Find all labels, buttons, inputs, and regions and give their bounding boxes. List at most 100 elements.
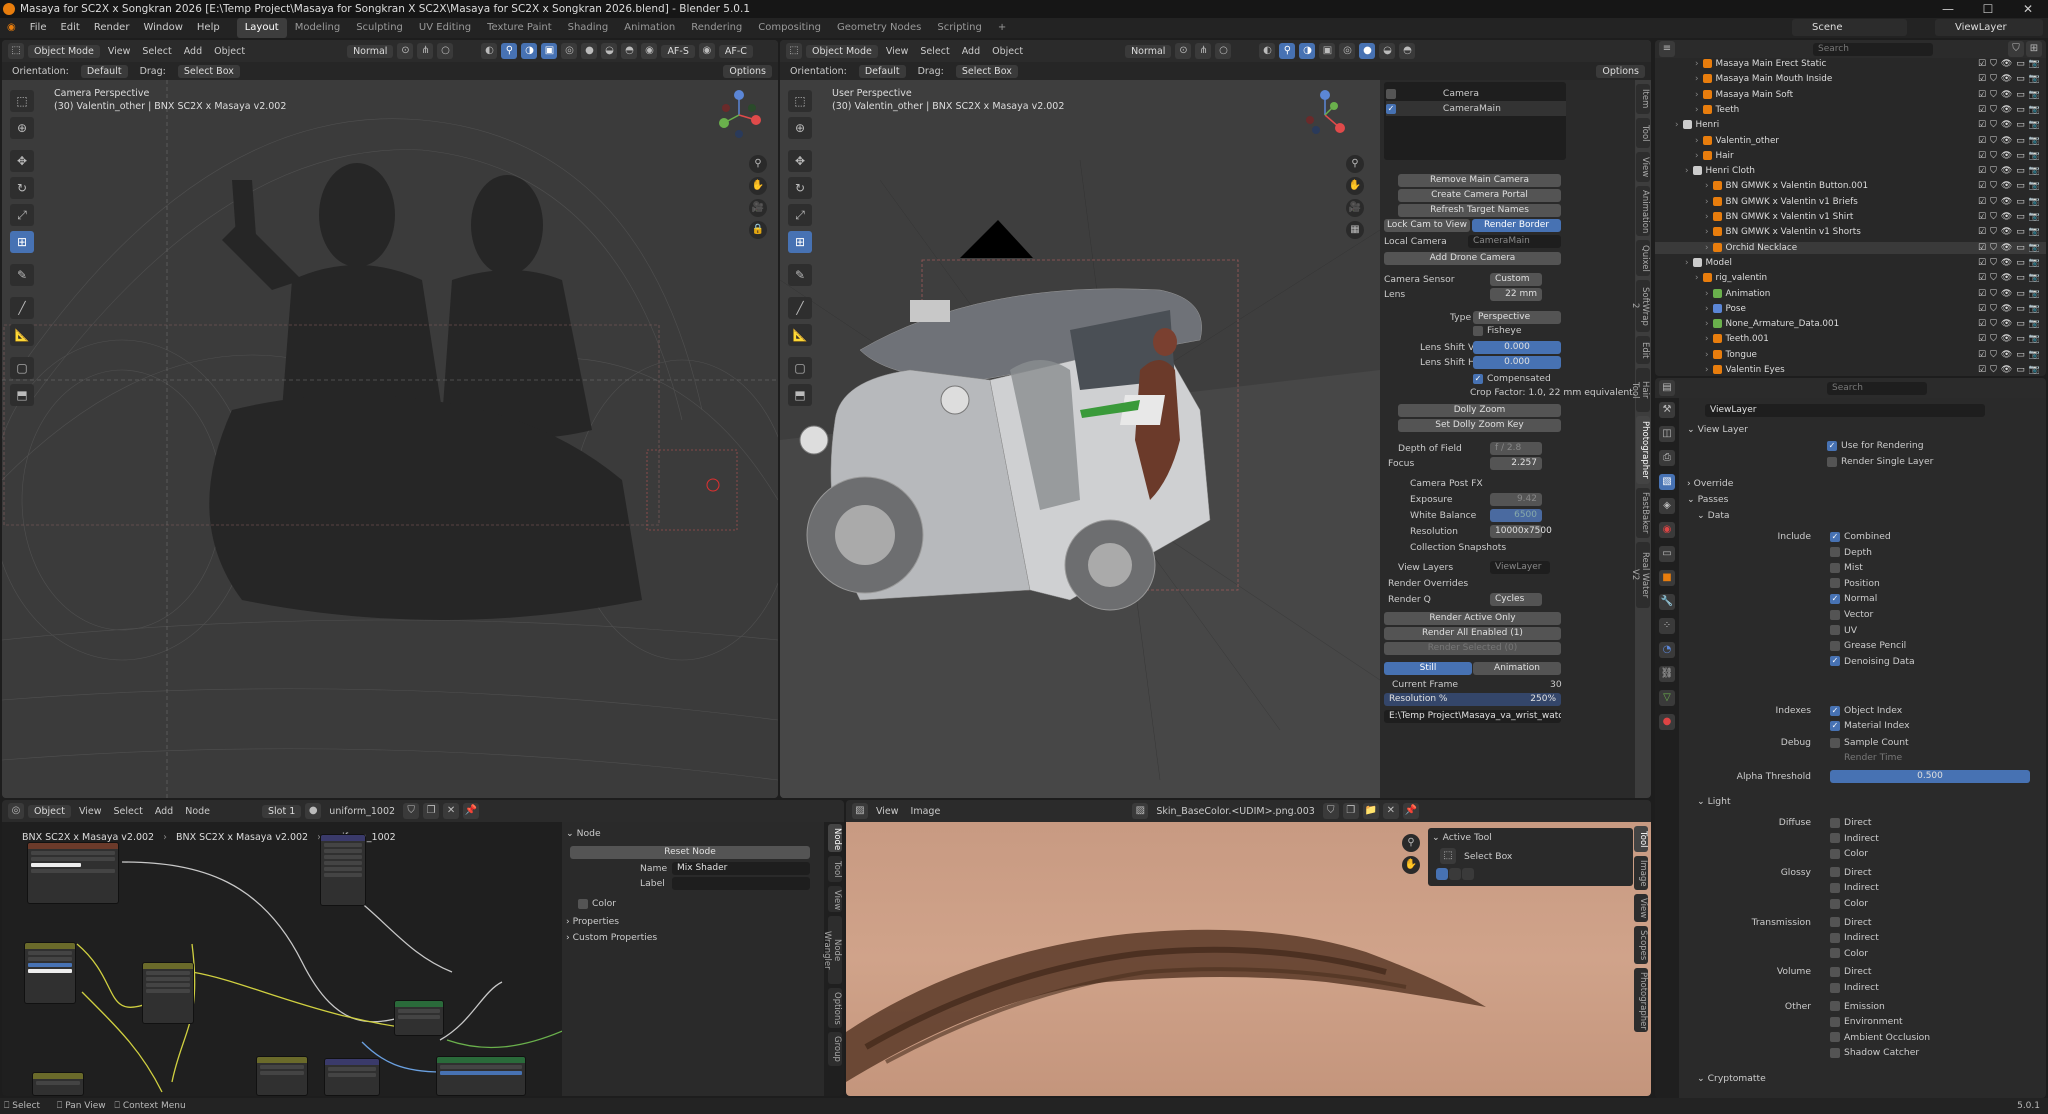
snap-icon[interactable]: ⋔ (417, 43, 434, 59)
expand-arrow-icon[interactable]: › (1685, 166, 1689, 176)
camera-enable-checkbox[interactable]: ✓ (1386, 103, 1396, 114)
outliner-search[interactable]: Search (1813, 43, 1933, 56)
expand-arrow-icon[interactable]: › (1705, 181, 1709, 191)
camera-render-icon[interactable]: 📷 (2029, 364, 2040, 376)
camera-sensor-dropdown[interactable]: Custom (1490, 273, 1542, 286)
outliner-item[interactable]: › BN GMWK x Valentin v1 Shirt ☑ ⛉ 👁 ▭ 📷 (1655, 211, 2046, 223)
alpha-threshold-slider[interactable]: 0.500 (1830, 770, 2030, 783)
menu-view[interactable]: View (104, 46, 135, 57)
monitor-icon[interactable]: ▭ (2016, 89, 2025, 101)
eye-icon[interactable]: 👁 (2001, 364, 2012, 376)
outliner-editor-icon[interactable]: ≡ (1659, 41, 1675, 57)
expand-arrow-icon[interactable]: › (1695, 74, 1699, 84)
tab-sculpting[interactable]: Sculpting (348, 18, 411, 38)
camera-render-icon[interactable]: 📷 (2029, 318, 2040, 330)
select-mode-subtract-icon[interactable] (1462, 868, 1474, 880)
filter-icon[interactable]: ⛉ (1990, 104, 1997, 116)
new-collection-icon[interactable]: ⊞ (2026, 41, 2042, 57)
pan-hand-icon[interactable]: ✋ (1346, 177, 1364, 195)
image-name[interactable]: Skin_BaseColor.<UDIM>.png.003 (1152, 806, 1318, 817)
refresh-target-names-button[interactable]: Refresh Target Names (1398, 204, 1561, 217)
tab-animation[interactable]: Animation (1636, 186, 1650, 236)
exclude-checkbox-icon[interactable]: ☑ (1978, 318, 1986, 330)
light-pass-checkbox[interactable]: Color (1830, 946, 2046, 961)
eye-icon[interactable]: 👁 (2001, 211, 2012, 223)
exclude-checkbox-icon[interactable]: ☑ (1978, 165, 1986, 177)
modifier-tab-icon[interactable]: 🔧 (1659, 594, 1675, 610)
orientation-dropdown[interactable]: Default (80, 64, 128, 78)
exclude-checkbox-icon[interactable]: ☑ (1978, 257, 1986, 269)
menu-window[interactable]: Window (136, 18, 189, 38)
reset-node-button[interactable]: Reset Node (570, 846, 810, 859)
tab-view[interactable]: View (828, 886, 842, 912)
eye-icon[interactable]: 👁 (2001, 318, 2012, 330)
set-dolly-zoom-key-button[interactable]: Set Dolly Zoom Key (1398, 419, 1561, 432)
monitor-icon[interactable]: ▭ (2016, 333, 2025, 345)
move-icon[interactable]: ✥ (788, 150, 812, 172)
annotate-icon[interactable]: ✎ (10, 264, 34, 286)
eye-icon[interactable]: 👁 (2001, 288, 2012, 300)
filter-icon[interactable]: ⛉ (1990, 180, 1997, 192)
monitor-icon[interactable]: ▭ (2016, 73, 2025, 85)
monitor-icon[interactable]: ▭ (2016, 196, 2025, 208)
shading-render-icon[interactable]: ◓ (621, 43, 638, 59)
outliner-item[interactable]: › Valentin_other ☑ ⛉ 👁 ▭ 📷 (1655, 135, 2046, 147)
menu-help[interactable]: Help (190, 18, 227, 38)
camera-render-icon[interactable]: 📷 (2029, 119, 2040, 131)
eye-icon[interactable]: 👁 (2001, 226, 2012, 238)
monitor-icon[interactable]: ▭ (2016, 364, 2025, 376)
light-pass-checkbox[interactable]: Color (1830, 846, 2046, 861)
light-pass-checkbox[interactable]: Direct (1830, 815, 2046, 830)
filter-icon[interactable]: ⛉ (1990, 257, 1997, 269)
outliner-item[interactable]: › Henri ☑ ⛉ 👁 ▭ 📷 (1655, 119, 2046, 131)
view-layer-tab-icon[interactable]: ▧ (1659, 474, 1675, 490)
include-pass-checkbox[interactable]: Mist (1830, 560, 2030, 575)
render-tab-icon[interactable]: ◫ (1659, 426, 1675, 442)
pin-icon[interactable]: 📌 (1402, 803, 1419, 819)
monitor-icon[interactable]: ▭ (2016, 135, 2025, 147)
tab-fastbaker[interactable]: FastBaker (1636, 488, 1650, 538)
principled-bsdf-node[interactable] (436, 1056, 526, 1096)
tab-softwrap[interactable]: SoftWrap 2 (1630, 280, 1650, 332)
exclude-checkbox-icon[interactable]: ☑ (1978, 364, 1986, 376)
af-c-button[interactable]: AF-C (718, 44, 753, 58)
filter-icon[interactable]: ⛉ (1990, 288, 1997, 300)
dolly-zoom-button[interactable]: Dolly Zoom (1398, 404, 1561, 417)
add-drone-camera-button[interactable]: Add Drone Camera (1384, 252, 1561, 265)
monitor-icon[interactable]: ▭ (2016, 150, 2025, 162)
eye-icon[interactable]: 👁 (2001, 73, 2012, 85)
expand-arrow-icon[interactable]: › (1695, 105, 1699, 115)
remove-main-camera-button[interactable]: Remove Main Camera (1398, 174, 1561, 187)
menu-select[interactable]: Select (916, 46, 953, 57)
fake-user-icon[interactable]: ⛉ (403, 803, 420, 819)
eye-icon[interactable]: 👁 (2001, 180, 2012, 192)
expand-arrow-icon[interactable]: › (1705, 243, 1709, 253)
shading-material-icon[interactable]: ◒ (601, 43, 618, 59)
include-pass-checkbox[interactable]: ✓ Combined (1830, 529, 2030, 544)
material-sphere-icon[interactable]: ● (305, 803, 322, 819)
data-subpanel-header[interactable]: ⌄ Data (1697, 508, 2046, 523)
outliner-item[interactable]: › Tongue ☑ ⛉ 👁 ▭ 📷 (1655, 349, 2046, 361)
expand-arrow-icon[interactable]: › (1675, 120, 1679, 130)
exclude-checkbox-icon[interactable]: ☑ (1978, 196, 1986, 208)
xray-icon[interactable]: ▣ (1319, 43, 1336, 59)
unlink-image-icon[interactable]: ✕ (1382, 803, 1399, 819)
camera-view-icon[interactable]: 🎥 (1346, 199, 1364, 217)
monitor-icon[interactable]: ▭ (2016, 303, 2025, 315)
select-box-tool-icon[interactable]: ⬚ (1440, 848, 1456, 864)
exclude-checkbox-icon[interactable]: ☑ (1978, 226, 1986, 238)
outliner-item[interactable]: › rig_valentin ☑ ⛉ 👁 ▭ 📷 (1655, 272, 2046, 284)
left-3d-viewport[interactable]: ⬚ Object Mode View Select Add Object Nor… (2, 40, 778, 798)
exclude-checkbox-icon[interactable]: ☑ (1978, 303, 1986, 315)
expand-arrow-icon[interactable]: › (1705, 227, 1709, 237)
camera-render-icon[interactable]: 📷 (2029, 180, 2040, 192)
eye-icon[interactable]: 👁 (2001, 89, 2012, 101)
physics-tab-icon[interactable]: ◔ (1659, 642, 1675, 658)
monitor-icon[interactable]: ▭ (2016, 119, 2025, 131)
xray-icon[interactable]: ▣ (541, 43, 558, 59)
menu-add[interactable]: Add (180, 46, 206, 57)
camera-render-icon[interactable]: 📷 (2029, 242, 2040, 254)
light-pass-checkbox[interactable]: Indirect (1830, 831, 2046, 846)
cryptomatte-subpanel-header[interactable]: ⌄ Cryptomatte (1697, 1071, 2046, 1086)
options-dropdown[interactable]: Options (723, 64, 772, 78)
